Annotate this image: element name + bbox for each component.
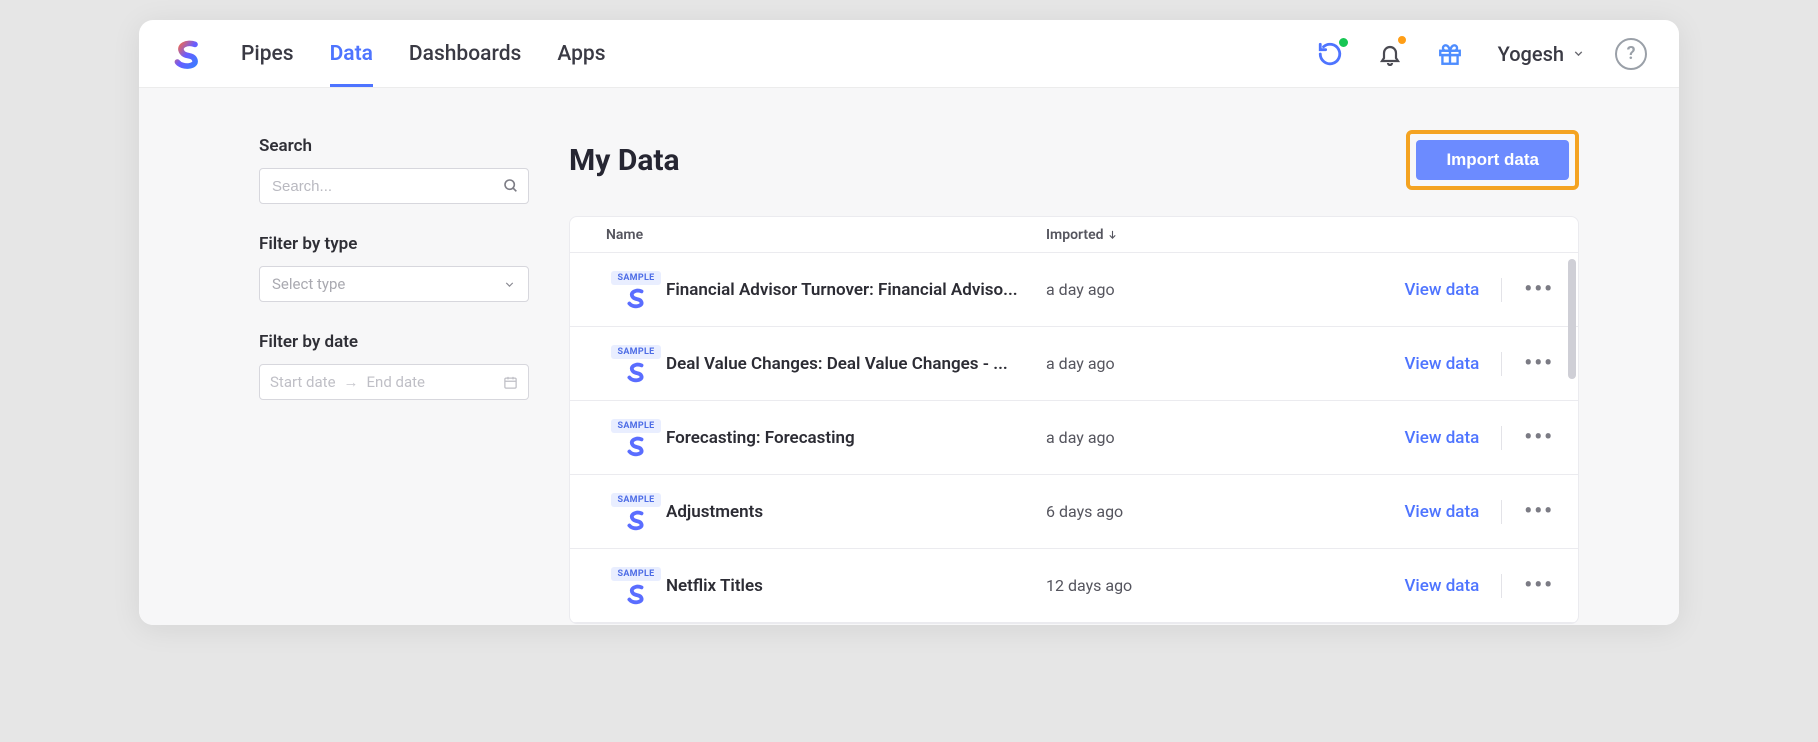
table-row[interactable]: SAMPLE Netflix Titles 12 days ago View d… (570, 549, 1578, 623)
nav-apps[interactable]: Apps (557, 22, 605, 86)
row-name: Adjustments (666, 502, 1046, 522)
chevron-down-icon (1572, 47, 1585, 60)
main-nav: Pipes Data Dashboards Apps (241, 22, 606, 86)
source-logo-icon (625, 361, 647, 383)
start-date-placeholder: Start date (270, 373, 336, 391)
row-actions: View data ••• (1404, 426, 1554, 450)
help-icon[interactable]: ? (1615, 38, 1647, 70)
row-icon-cell: SAMPLE (606, 567, 666, 605)
scrollbar[interactable] (1568, 259, 1576, 379)
view-data-link[interactable]: View data (1404, 354, 1479, 374)
import-highlight: Import data (1406, 130, 1579, 190)
more-menu-icon[interactable]: ••• (1524, 575, 1554, 597)
table-row[interactable]: SAMPLE Deal Value Changes: Deal Value Ch… (570, 327, 1578, 401)
user-menu[interactable]: Yogesh (1498, 42, 1585, 66)
nav-data[interactable]: Data (330, 22, 373, 86)
search-input[interactable] (259, 168, 529, 204)
divider (1501, 426, 1502, 450)
calendar-icon (503, 375, 518, 390)
date-range[interactable]: Start date → End date (259, 364, 529, 400)
nav-pipes[interactable]: Pipes (241, 22, 294, 86)
source-logo-icon (625, 435, 647, 457)
row-icon-cell: SAMPLE (606, 419, 666, 457)
end-date-placeholder: End date (367, 373, 425, 391)
row-imported: 6 days ago (1046, 502, 1404, 521)
row-icon-cell: SAMPLE (606, 271, 666, 309)
row-actions: View data ••• (1404, 352, 1554, 376)
source-logo-icon (625, 287, 647, 309)
more-menu-icon[interactable]: ••• (1524, 427, 1554, 449)
page-title: My Data (569, 143, 680, 178)
type-select-placeholder: Select type (272, 275, 345, 293)
view-data-link[interactable]: View data (1404, 280, 1479, 300)
sample-badge: SAMPLE (611, 271, 660, 285)
divider (1501, 574, 1502, 598)
import-data-button[interactable]: Import data (1416, 140, 1569, 180)
more-menu-icon[interactable]: ••• (1524, 279, 1554, 301)
row-imported: a day ago (1046, 354, 1404, 373)
main-panel: My Data Import data Name Imported (569, 88, 1679, 625)
sidebar: Search Filter by type Select type Filter… (139, 88, 569, 625)
bell-icon[interactable] (1372, 36, 1408, 72)
row-actions: View data ••• (1404, 278, 1554, 302)
body: Search Filter by type Select type Filter… (139, 88, 1679, 625)
chevron-down-icon (503, 278, 516, 291)
brand-logo[interactable] (169, 36, 205, 72)
table-row[interactable]: SAMPLE Adjustments 6 days ago View data … (570, 475, 1578, 549)
search-box (259, 168, 529, 204)
source-logo-icon (625, 509, 647, 531)
row-name: Deal Value Changes: Deal Value Changes -… (666, 354, 1046, 374)
view-data-link[interactable]: View data (1404, 576, 1479, 596)
sample-badge: SAMPLE (611, 345, 660, 359)
source-logo-icon (625, 583, 647, 605)
view-data-link[interactable]: View data (1404, 502, 1479, 522)
row-icon-cell: SAMPLE (606, 493, 666, 531)
row-actions: View data ••• (1404, 500, 1554, 524)
row-icon-cell: SAMPLE (606, 345, 666, 383)
filter-type-label: Filter by type (259, 234, 529, 254)
more-menu-icon[interactable]: ••• (1524, 353, 1554, 375)
notification-badge (1396, 34, 1408, 46)
filter-date-label: Filter by date (259, 332, 529, 352)
sample-badge: SAMPLE (611, 567, 660, 581)
more-menu-icon[interactable]: ••• (1524, 501, 1554, 523)
row-imported: a day ago (1046, 428, 1404, 447)
divider (1501, 500, 1502, 524)
divider (1501, 278, 1502, 302)
arrow-right-icon: → (344, 373, 359, 391)
status-ok-badge (1337, 36, 1350, 49)
divider (1501, 352, 1502, 376)
row-name: Financial Advisor Turnover: Financial Ad… (666, 280, 1046, 300)
user-name: Yogesh (1498, 42, 1564, 66)
row-imported: a day ago (1046, 280, 1404, 299)
sample-badge: SAMPLE (611, 419, 660, 433)
search-icon[interactable] (503, 178, 519, 194)
table-header: Name Imported (570, 217, 1578, 253)
app-window: Pipes Data Dashboards Apps (139, 20, 1679, 625)
col-imported-header[interactable]: Imported (1046, 227, 1578, 243)
main-header: My Data Import data (569, 130, 1679, 190)
refresh-icon[interactable] (1312, 36, 1348, 72)
table-row[interactable]: SAMPLE Forecasting: Forecasting a day ag… (570, 401, 1578, 475)
row-imported: 12 days ago (1046, 576, 1404, 595)
data-table: Name Imported SAMPLE (569, 216, 1579, 624)
nav-dashboards[interactable]: Dashboards (409, 22, 521, 86)
sample-badge: SAMPLE (611, 493, 660, 507)
table-row[interactable]: SAMPLE Financial Advisor Turnover: Finan… (570, 253, 1578, 327)
row-name: Netflix Titles (666, 576, 1046, 596)
col-name-header[interactable]: Name (606, 227, 1046, 243)
sort-desc-icon (1107, 229, 1118, 240)
row-name: Forecasting: Forecasting (666, 428, 1046, 448)
gift-icon[interactable] (1432, 36, 1468, 72)
top-nav: Pipes Data Dashboards Apps (139, 20, 1679, 88)
view-data-link[interactable]: View data (1404, 428, 1479, 448)
table-body: SAMPLE Financial Advisor Turnover: Finan… (570, 253, 1578, 623)
row-actions: View data ••• (1404, 574, 1554, 598)
search-label: Search (259, 136, 529, 156)
type-select[interactable]: Select type (259, 266, 529, 302)
